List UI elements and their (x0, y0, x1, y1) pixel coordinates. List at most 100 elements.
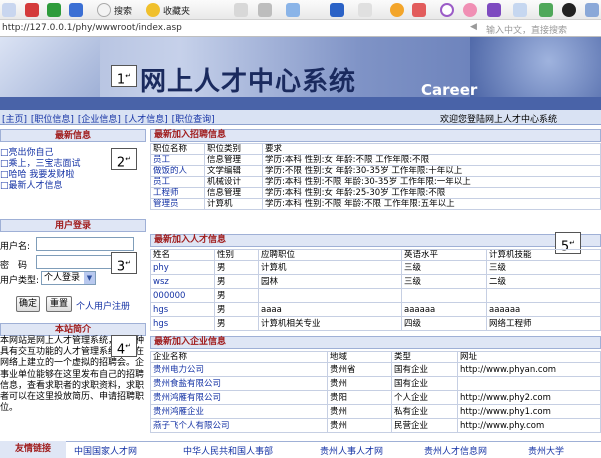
confirm-button[interactable]: 确定 (16, 296, 40, 312)
company-region: 贵州 (327, 376, 392, 391)
nav-talents[interactable]: [人才信息] (125, 115, 168, 125)
job-title-link[interactable]: 做饭的人 (150, 165, 205, 177)
company-type: 个人企业 (391, 390, 458, 405)
job-title-link[interactable]: 员工 (150, 154, 205, 166)
print-icon[interactable] (258, 3, 272, 17)
plugin-icon[interactable] (487, 3, 501, 17)
table-row: hgs 男 aaaa aaaaaa aaaaaa (150, 302, 601, 317)
column-header: 企业名称 (150, 351, 328, 363)
column-header: 要求 (262, 143, 601, 155)
talent-computer: 三级 (486, 260, 601, 275)
address-url[interactable]: http://127.0.0.1/phy/wwwroot/index.asp (2, 23, 182, 33)
chevron-down-icon[interactable]: ▼ (84, 272, 95, 284)
search-icon[interactable] (97, 3, 111, 17)
table-row: 燕子飞个人有限公司 贵州 民营企业 http://www.phy.com (150, 418, 601, 433)
friend-link[interactable]: 贵州人事人才网 (320, 444, 383, 457)
game-icon[interactable] (539, 3, 553, 17)
table-row: 员工 信息管理 学历:本科 性别:女 年龄:不限 工作年限:不限 (150, 154, 601, 166)
company-name-link[interactable]: 贵州鸿雁有限公司 (150, 390, 328, 405)
user-type-select[interactable]: 个人登录 ▼ (41, 271, 96, 285)
username-label: 用户名: (0, 242, 31, 252)
favorites-button-label[interactable]: 收藏夹 (163, 4, 190, 17)
refresh-icon[interactable] (47, 3, 61, 17)
search-button-label[interactable]: 搜索 (114, 4, 132, 17)
company-url[interactable]: http://www.phy1.com (457, 404, 601, 419)
screenshot-icon[interactable] (358, 3, 372, 17)
tools-icon[interactable] (513, 3, 527, 17)
table-row: 贵州鸿雁有限公司 贵阳 个人企业 http://www.phy2.com (150, 390, 601, 405)
friend-link[interactable]: 贵州人才信息网 (424, 444, 487, 457)
edit-icon[interactable] (286, 3, 300, 17)
back-icon[interactable] (2, 3, 16, 17)
job-category: 信息管理 (204, 154, 263, 166)
company-name-link[interactable]: 贵州电力公司 (150, 362, 328, 377)
column-header: 网址 (457, 351, 601, 363)
table-row: wsz 男园林 三级 二级 (150, 274, 601, 289)
company-name-link[interactable]: 燕子飞个人有限公司 (150, 418, 328, 433)
job-title-link[interactable]: 管理员 (150, 198, 205, 210)
username-input[interactable] (36, 237, 134, 251)
friend-link[interactable]: 贵州大学 (528, 444, 564, 457)
jobs-title: 最新加入招聘信息 (150, 129, 601, 142)
job-category: 机械设计 (204, 176, 263, 188)
addon-icon[interactable] (412, 3, 426, 17)
nav-home[interactable]: [主页] (2, 115, 27, 125)
column-header: 职位名称 (150, 143, 205, 155)
browser-search-input[interactable]: 输入中文，直接搜索 (486, 23, 567, 36)
friend-link[interactable]: 中国国家人才网 (74, 444, 137, 457)
job-category: 信息管理 (204, 187, 263, 199)
register-link[interactable]: 个人用户注册 (76, 299, 130, 312)
column-header: 类型 (391, 351, 458, 363)
banner-decoration-right (470, 37, 601, 97)
company-url[interactable]: http://www.phyan.com (457, 362, 601, 377)
nav-job-search[interactable]: [职位查询] (172, 115, 215, 125)
banner-decoration (0, 37, 100, 97)
talent-name-link[interactable]: wsz (150, 274, 215, 289)
translate-icon[interactable] (330, 3, 344, 17)
nav-jobs[interactable]: [职位信息] (31, 115, 74, 125)
company-type: 国有企业 (391, 362, 458, 377)
history-icon[interactable] (440, 3, 454, 17)
more-icon[interactable] (585, 3, 599, 17)
annotation-box-2: 2↵ (111, 148, 137, 170)
pig-icon[interactable] (463, 3, 477, 17)
talent-name-link[interactable]: hgs (150, 302, 215, 317)
mail-icon[interactable] (234, 3, 248, 17)
address-bar[interactable]: http://127.0.0.1/phy/wwwroot/index.asp ◀… (0, 21, 601, 37)
latest-info-item[interactable]: 最新人才信息 (0, 178, 63, 191)
company-name-link[interactable]: 贵州食盐有限公司 (150, 376, 328, 391)
feed-icon[interactable] (390, 3, 404, 17)
talent-computer: 二级 (486, 274, 601, 289)
talent-name-link[interactable]: phy (150, 260, 215, 275)
qq-icon[interactable] (562, 3, 576, 17)
talent-position: 园林 (258, 274, 402, 289)
job-category: 文学编辑 (204, 165, 263, 177)
company-name-link[interactable]: 贵州鸿雁企业 (150, 404, 328, 419)
reset-button[interactable]: 重置 (46, 296, 72, 312)
talent-gender: 男 (214, 302, 259, 317)
site-banner: 1↵ 网上人才中心系统 Career (0, 37, 601, 110)
talent-gender: 男 (214, 260, 259, 275)
search-go-icon[interactable]: ◀ (470, 22, 477, 32)
banner-career: Career (421, 81, 478, 99)
talent-name-link[interactable]: 000000 (150, 288, 215, 303)
companies-table: 企业名称 地域 类型 网址 贵州电力公司 贵州省 国有企业 http://www.ph… (150, 351, 601, 433)
table-row: 管理员 计算机 学历:本科 性别:不限 年龄:不限 工作年限:五年以上 (150, 198, 601, 210)
talent-name-link[interactable]: hgs (150, 316, 215, 331)
user-type-label: 用户类型: (0, 276, 40, 286)
job-title-link[interactable]: 工程师 (150, 187, 205, 199)
company-url[interactable]: http://www.phy.com (457, 418, 601, 433)
nav-companies[interactable]: [企业信息] (78, 115, 121, 125)
job-requirements: 学历:本科 性别:不限 年龄:30-35岁 工作年限:一年以上 (262, 176, 601, 188)
job-title-link[interactable]: 员工 (150, 176, 205, 188)
friend-links-label: 友情链接 (0, 441, 66, 458)
close-icon[interactable] (25, 3, 39, 17)
company-url[interactable]: http://www.phy2.com (457, 390, 601, 405)
company-url[interactable] (457, 376, 601, 391)
favorites-star-icon[interactable] (146, 3, 160, 17)
talent-position: aaaa (258, 302, 402, 317)
job-requirements: 学历:本科 性别:女 年龄:25-30岁 工作年限:不限 (262, 187, 601, 199)
home-icon[interactable] (69, 3, 83, 17)
friend-link[interactable]: 中华人民共和国人事部 (183, 444, 273, 457)
jobs-table: 职位名称 职位类别 要求 员工 信息管理 学历:本科 性别:女 年龄:不限 工作年限… (150, 143, 601, 210)
